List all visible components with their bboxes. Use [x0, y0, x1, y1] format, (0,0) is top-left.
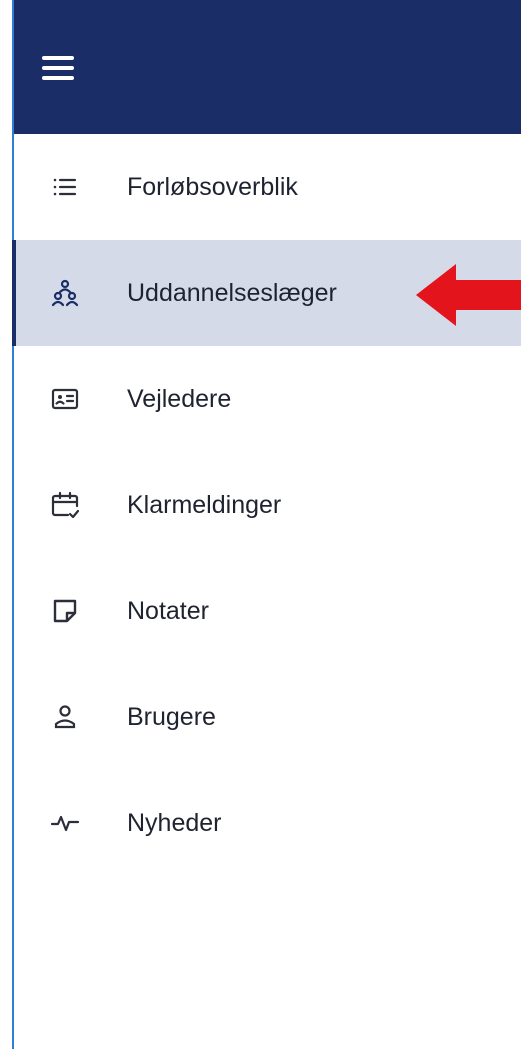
list-icon: [50, 172, 80, 202]
sidebar-item-vejledere[interactable]: Vejledere: [14, 346, 521, 452]
sidebar-item-label: Klarmeldinger: [127, 491, 282, 519]
sidebar-item-klarmeldinger[interactable]: Klarmeldinger: [14, 452, 521, 558]
top-header-bar: [14, 0, 521, 134]
sidebar-item-label: Nyheder: [127, 809, 222, 837]
sidebar-item-notater[interactable]: Notater: [14, 558, 521, 664]
sidebar-item-label: Forløbsoverblik: [127, 173, 298, 201]
sidebar-item-label: Vejledere: [127, 385, 232, 413]
id-card-icon: [50, 384, 80, 414]
sidebar-item-nyheder[interactable]: Nyheder: [14, 770, 521, 876]
app-frame: Forløbsoverblik Uddannelseslæger Vejlede…: [0, 0, 521, 1049]
person-icon: [50, 702, 80, 732]
sidebar-nav: Forløbsoverblik Uddannelseslæger Vejlede…: [12, 134, 521, 876]
sidebar-item-brugere[interactable]: Brugere: [14, 664, 521, 770]
red-arrow-icon: [416, 264, 521, 326]
sidebar-item-label: Uddannelseslæger: [127, 279, 337, 307]
sidebar-item-forloebsoverblik[interactable]: Forløbsoverblik: [14, 134, 521, 240]
menu-toggle-button[interactable]: [42, 50, 82, 86]
activity-pulse-icon: [50, 808, 80, 838]
calendar-check-icon: [50, 490, 80, 520]
sidebar-item-label: Notater: [127, 597, 209, 625]
people-group-icon: [50, 278, 80, 308]
sidebar-item-label: Brugere: [127, 703, 216, 731]
note-icon: [50, 596, 80, 626]
